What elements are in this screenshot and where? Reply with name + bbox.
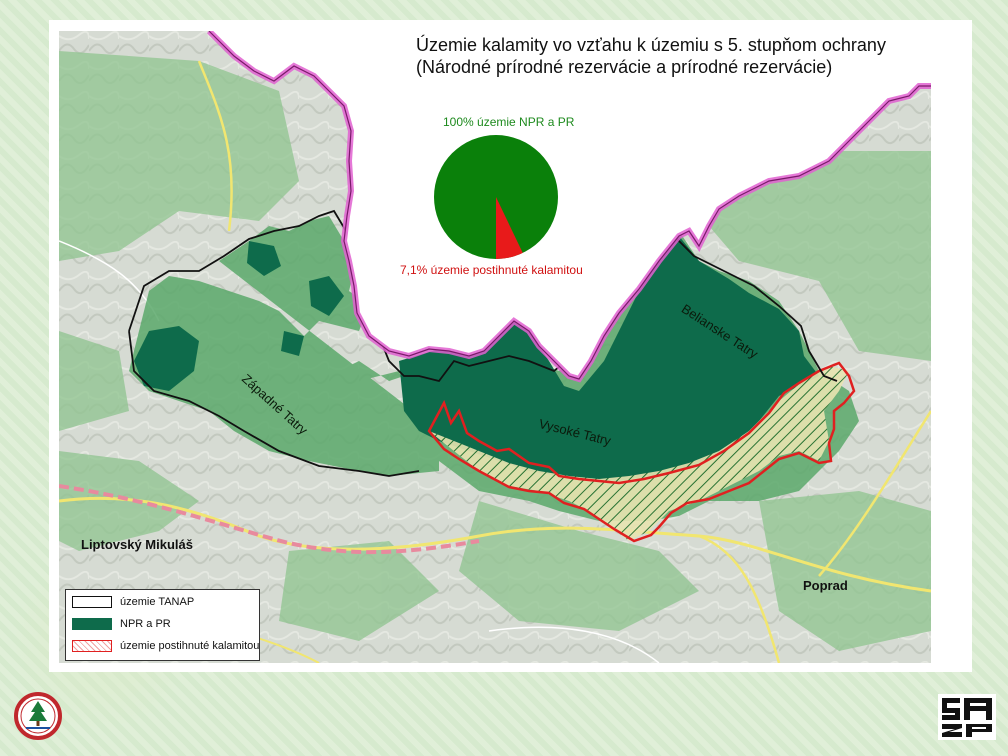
map-title-line2: (Národné prírodné rezervácie a prírodné … <box>416 57 833 77</box>
legend-swatch-damage <box>72 640 112 652</box>
map[interactable]: Územie kalamity vo vzťahu k územiu s 5. … <box>59 31 931 663</box>
map-title: Územie kalamity vo vzťahu k územiu s 5. … <box>416 34 886 78</box>
label-liptovsky-mikulas: Liptovský Mikuláš <box>81 537 193 552</box>
map-title-line1: Územie kalamity vo vzťahu k územiu s 5. … <box>416 35 886 55</box>
legend: územie TANAP NPR a PR územie postihnuté … <box>65 589 260 661</box>
pie-label-affected: 7,1% územie postihnuté kalamitou <box>400 263 583 277</box>
legend-swatch-tanap <box>72 596 112 608</box>
legend-item-npr: NPR a PR <box>72 616 171 632</box>
legend-label-damage: územie postihnuté kalamitou <box>120 640 260 652</box>
pie-label-total: 100% územie NPR a PR <box>443 115 575 129</box>
label-poprad: Poprad <box>803 578 848 593</box>
tanap-logo <box>14 692 62 740</box>
legend-label-npr: NPR a PR <box>120 618 171 630</box>
pie-chart <box>434 135 558 259</box>
legend-item-tanap: územie TANAP <box>72 594 194 610</box>
legend-label-tanap: územie TANAP <box>120 596 195 608</box>
slide-frame: Územie kalamity vo vzťahu k územiu s 5. … <box>49 20 972 672</box>
sazp-logo <box>938 694 996 740</box>
legend-item-damage: územie postihnuté kalamitou <box>72 638 259 654</box>
legend-swatch-npr <box>72 618 112 630</box>
